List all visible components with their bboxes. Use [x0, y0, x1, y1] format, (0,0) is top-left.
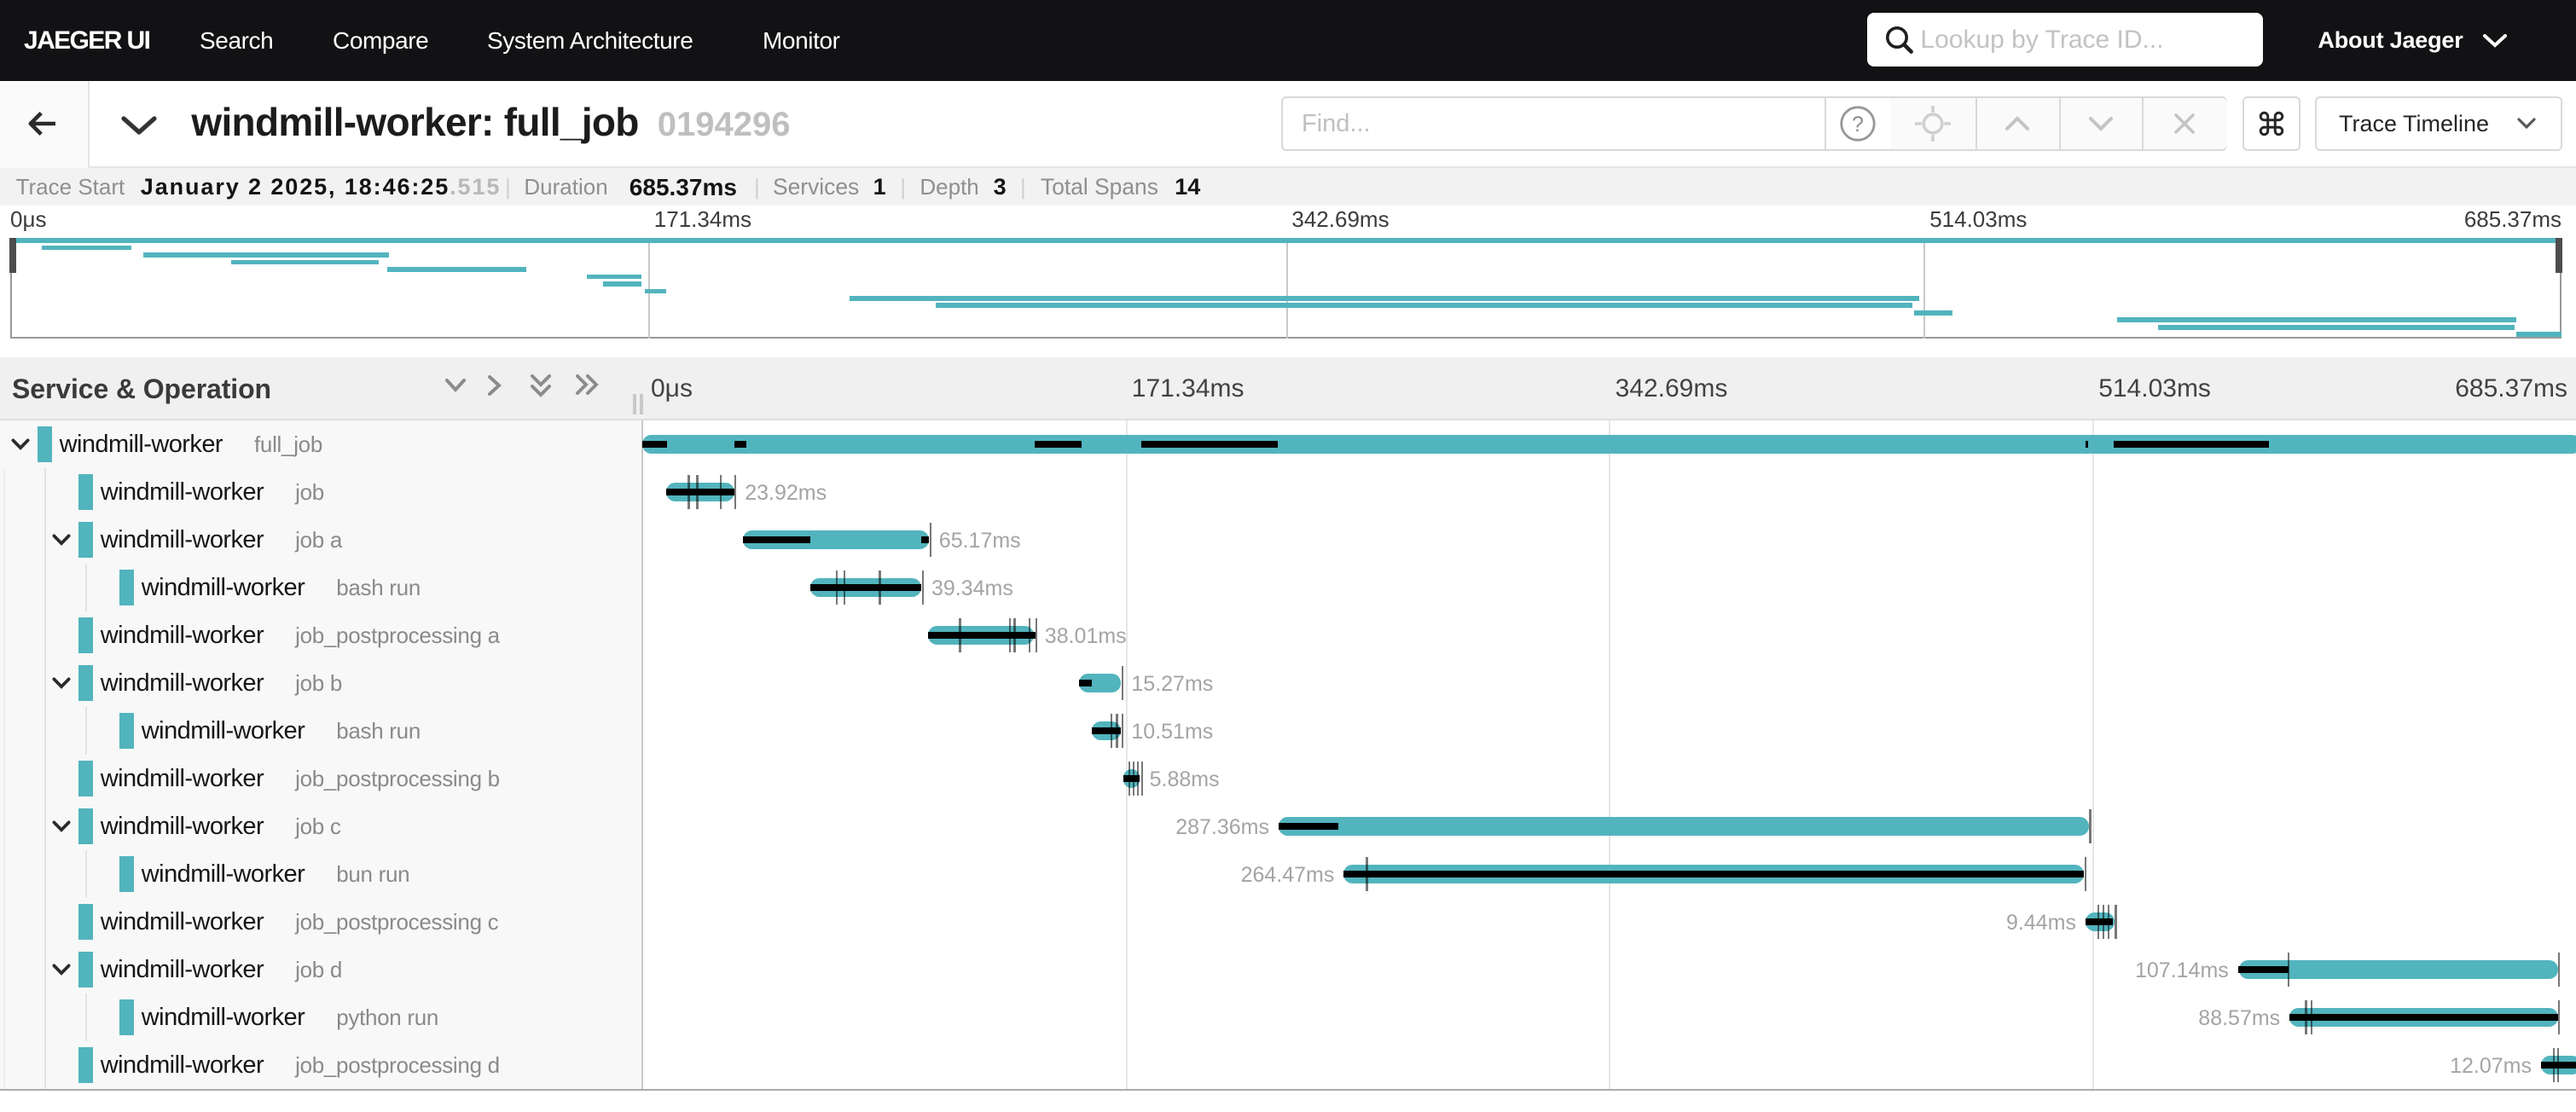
- svg-text:?: ?: [1852, 113, 1864, 136]
